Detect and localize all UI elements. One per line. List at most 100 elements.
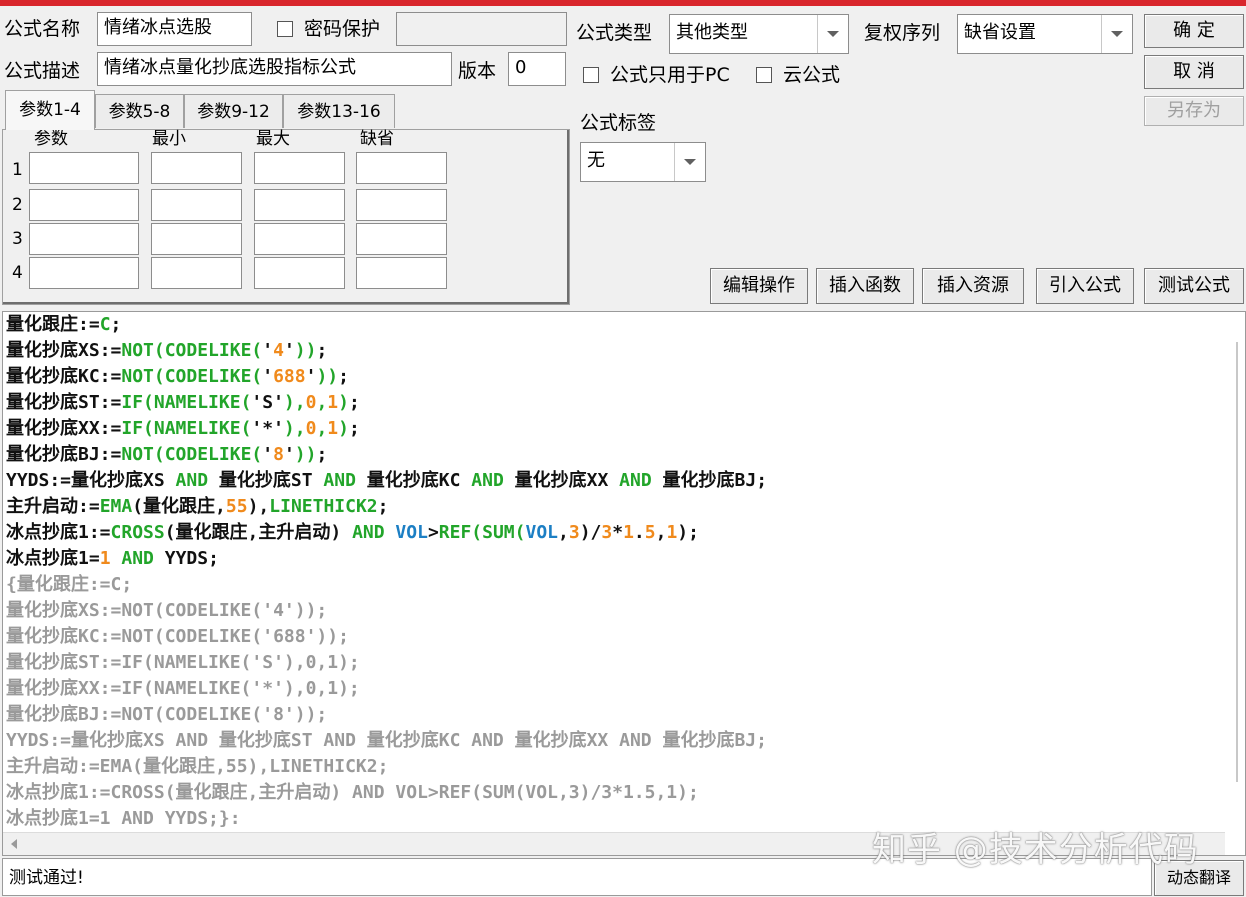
code-token: IF(NAMELIKE( [121,392,252,413]
param-min-input[interactable] [151,257,242,289]
chevron-down-icon[interactable] [1101,15,1132,53]
test-formula-button[interactable]: 测试公式 [1144,268,1244,304]
code-editor[interactable]: 量化跟庄:=C; 量化抄底XS:=NOT(CODELIKE('4')); 量化抄底K… [2,311,1246,856]
code-token: * [612,522,624,543]
param-name-input[interactable] [29,152,139,184]
code-token: 冰点抄底1:=CROSS(量化跟庄,主升启动) AND VOL>REF(SUM(… [6,782,699,803]
param-default-input[interactable] [356,257,447,289]
param-default-input[interactable] [356,189,447,221]
code-line[interactable]: 量化抄底KC:=NOT(CODELIKE('688')); [6,364,767,390]
chevron-down-icon[interactable] [817,15,848,53]
code-line[interactable]: 主升启动:=EMA(量化跟庄,55),LINETHICK2; [6,494,767,520]
code-token: 1 [666,522,678,543]
code-token: 冰点抄底1:= [6,522,111,543]
code-line[interactable]: 量化抄底BJ:=NOT(CODELIKE('8')); [6,702,767,728]
col-header-max: 最大 [256,129,290,149]
insert-function-button[interactable]: 插入函数 [816,268,914,304]
code-line[interactable]: 量化抄底BJ:=NOT(CODELIKE('8')); [6,442,767,468]
code-token: C [99,314,111,335]
param-min-input[interactable] [151,189,242,221]
vertical-scrollbar[interactable] [1236,342,1238,782]
row-number: 3 [12,229,23,249]
ok-button[interactable]: 确 定 [1144,14,1244,48]
code-token: VOL [525,522,558,543]
code-token: ' [283,444,295,465]
code-line[interactable]: 量化抄底ST:=IF(NAMELIKE('S'),0,1); [6,390,767,416]
code-line[interactable]: 冰点抄底1=1 AND YYDS; [6,546,767,572]
tab-params-9-12[interactable]: 参数9-12 [184,94,283,128]
code-line[interactable]: 量化抄底XS:=NOT(CODELIKE('4')); [6,598,767,624]
col-header-min: 最小 [152,129,186,149]
code-token: 3 [601,522,613,543]
code-token: 量化抄底KC:= [6,366,122,387]
cloud-formula-checkbox[interactable] [756,67,772,83]
code-token: ; [377,496,389,517]
code-line[interactable]: 冰点抄底1:=CROSS(量化跟庄,主升启动) AND VOL>REF(SUM(… [6,780,767,806]
code-token: ; [348,418,360,439]
code-token: ) [338,418,349,439]
formula-type-select[interactable]: 其他类型 [669,14,849,54]
tag-select[interactable]: 无 [580,142,706,182]
formula-type-label: 公式类型 [576,22,653,44]
code-token: ; [348,392,360,413]
tab-params-13-16[interactable]: 参数13-16 [283,94,395,128]
code-text[interactable]: 量化跟庄:=C; 量化抄底XS:=NOT(CODELIKE('4')); 量化抄底K… [6,312,767,832]
code-token: AND [323,470,356,491]
code-token: (量化跟庄,主升启动) [164,522,353,543]
code-token: 1 [623,522,634,543]
version-input[interactable]: 0 [508,52,566,86]
code-line[interactable]: 量化抄底KC:=NOT(CODELIKE('688')); [6,624,767,650]
tab-params-1-4[interactable]: 参数1-4 [5,90,95,130]
code-token: ; [338,366,349,387]
insert-resource-button[interactable]: 插入资源 [922,268,1024,304]
param-name-input[interactable] [29,257,139,289]
import-formula-button[interactable]: 引入公式 [1036,268,1134,304]
code-line[interactable]: 主升启动:=EMA(量化跟庄,55),LINETHICK2; [6,754,767,780]
row-number: 2 [12,195,23,215]
code-line[interactable]: 量化抄底ST:=IF(NAMELIKE('S'),0,1); [6,650,767,676]
param-max-input[interactable] [254,189,345,221]
param-default-input[interactable] [356,223,447,255]
rights-select[interactable]: 缺省设置 [957,14,1133,54]
code-line[interactable]: 量化跟庄:=C; [6,312,767,338]
param-max-input[interactable] [254,152,345,184]
formula-desc-input[interactable]: 情绪冰点量化抄底选股指标公式 [97,52,452,86]
code-line[interactable]: YYDS:=量化抄底XS AND 量化抄底ST AND 量化抄底KC AND 量… [6,468,767,494]
cancel-button[interactable]: 取 消 [1144,55,1244,89]
tab-params-5-8[interactable]: 参数5-8 [95,94,184,128]
code-token: 量化抄底BJ; [651,470,768,491]
code-line[interactable]: 量化抄底XX:=IF(NAMELIKE('*'),0,1); [6,416,767,442]
code-token: 量化抄底ST:= [6,392,122,413]
code-token: 1 [327,418,339,439]
code-token: {量化跟庄:=C; [6,574,133,595]
edit-ops-button[interactable]: 编辑操作 [710,268,808,304]
code-token: 主升启动:= [6,496,100,517]
param-min-input[interactable] [151,152,242,184]
code-token: 量化抄底ST:=IF(NAMELIKE('S'),0,1); [6,652,360,673]
password-checkbox[interactable] [277,21,293,37]
code-line[interactable]: 冰点抄底1:=CROSS(量化跟庄,主升启动) AND VOL>REF(SUM(… [6,520,767,546]
code-token: ), [283,392,306,413]
scroll-left-icon[interactable] [11,839,17,849]
code-token: 量化抄底XS:=NOT(CODELIKE('4')); [6,600,328,621]
param-max-input[interactable] [254,223,345,255]
code-line[interactable]: 量化抄底XX:=IF(NAMELIKE('*'),0,1); [6,676,767,702]
formula-type-value: 其他类型 [676,22,748,43]
code-line[interactable]: 冰点抄底1=1 AND YYDS;}: [6,806,767,832]
chevron-down-icon[interactable] [674,143,705,181]
param-max-input[interactable] [254,257,345,289]
code-token: NOT(CODELIKE( [121,444,263,465]
code-line[interactable]: YYDS:=量化抄底XS AND 量化抄底ST AND 量化抄底KC AND 量… [6,728,767,754]
param-min-input[interactable] [151,223,242,255]
param-name-input[interactable] [29,189,139,221]
formula-name-input[interactable]: 情绪冰点选股 [97,12,252,46]
code-token: REF(SUM( [438,522,526,543]
code-line[interactable]: {量化跟庄:=C; [6,572,767,598]
pc-only-checkbox[interactable] [583,67,599,83]
param-name-input[interactable] [29,223,139,255]
param-default-input[interactable] [356,152,447,184]
code-token: 0 [305,418,317,439]
code-line[interactable]: 量化抄底XS:=NOT(CODELIKE('4')); [6,338,767,364]
code-token: 量化抄底XS:= [6,340,122,361]
